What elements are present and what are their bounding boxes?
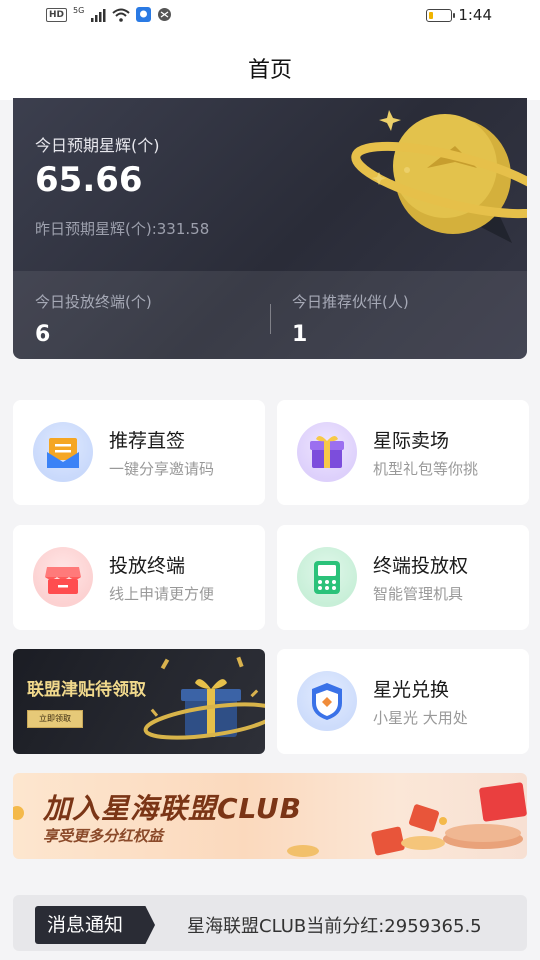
status-right: 1:44 (426, 6, 492, 24)
subsidy-promo-title: 联盟津贴待领取 (27, 680, 146, 700)
join-club-banner[interactable]: 加入星海联盟CLUB 享受更多分红权益 (13, 773, 527, 859)
gift-box-icon (297, 422, 357, 482)
card-star-mall[interactable]: 星际卖场 机型礼包等你挑 (277, 400, 529, 505)
partners-today-value: 1 (292, 322, 308, 347)
terminals-today-value: 6 (35, 322, 51, 347)
envelope-icon (33, 422, 93, 482)
exchange-shield-icon (297, 671, 357, 731)
partners-today-label: 今日推荐伙伴(人) (292, 293, 409, 311)
pos-terminal-icon (297, 547, 357, 607)
notice-message: 星海联盟CLUB当前分红:2959365.5 (187, 916, 482, 937)
card-title: 投放终端 (109, 555, 186, 577)
battery-level (429, 11, 434, 19)
card-deploy-terminal[interactable]: 投放终端 线上申请更方便 (13, 525, 265, 630)
wifi-icon (112, 8, 130, 22)
signal-icon (91, 8, 106, 22)
card-title: 推荐直签 (109, 430, 186, 452)
card-subtitle: 小星光 大用处 (373, 709, 468, 727)
notice-bar[interactable]: 消息通知 星海联盟CLUB当前分红:2959365.5 (13, 895, 527, 951)
hero-card[interactable]: 今日预期星辉(个) 65.66 昨日预期星辉(个):331.58 今日投放终端(… (13, 98, 527, 359)
subsidy-promo-banner[interactable]: 联盟津贴待领取 立即领取 (13, 649, 265, 754)
nav-bar: 首页 (0, 34, 540, 100)
app-notification-icon (136, 7, 152, 22)
card-title: 星光兑换 (373, 679, 450, 701)
card-subtitle: 机型礼包等你挑 (373, 460, 479, 478)
card-starlight-exchange[interactable]: 星光兑换 小星光 大用处 (277, 649, 529, 754)
storefront-icon (33, 547, 93, 607)
page-title: 首页 (247, 58, 292, 83)
status-indicators: HD 5G (46, 6, 172, 22)
card-subtitle: 智能管理机具 (373, 585, 464, 603)
club-banner-title: 加入星海联盟CLUB (43, 792, 302, 825)
hd-badge: HD (46, 7, 68, 22)
today-stardust-value: 65.66 (35, 160, 143, 200)
planet-illustration (351, 110, 527, 243)
gift-illustration (143, 656, 265, 740)
card-terminal-rights[interactable]: 终端投放权 智能管理机具 (277, 525, 529, 630)
network-type: 5G (73, 6, 85, 15)
clock: 1:44 (458, 6, 492, 24)
card-title: 终端投放权 (373, 555, 469, 577)
battery-icon (426, 8, 456, 22)
club-banner-subtitle: 享受更多分红权益 (43, 827, 164, 845)
status-bar: HD 5G 1:44 (0, 0, 540, 34)
card-subtitle: 一键分享邀请码 (109, 460, 215, 478)
globe-icon (158, 8, 172, 21)
claim-now-button[interactable]: 立即领取 (27, 710, 83, 728)
card-subtitle: 线上申请更方便 (109, 585, 215, 603)
today-stardust-label: 今日预期星辉(个) (35, 136, 160, 155)
yesterday-stardust: 昨日预期星辉(个):331.58 (35, 220, 210, 238)
notice-tag: 消息通知 (35, 906, 155, 944)
card-title: 星际卖场 (373, 430, 450, 452)
terminals-today-label: 今日投放终端(个) (35, 293, 152, 311)
card-recommend-sign[interactable]: 推荐直签 一键分享邀请码 (13, 400, 265, 505)
stat-divider (270, 304, 271, 334)
